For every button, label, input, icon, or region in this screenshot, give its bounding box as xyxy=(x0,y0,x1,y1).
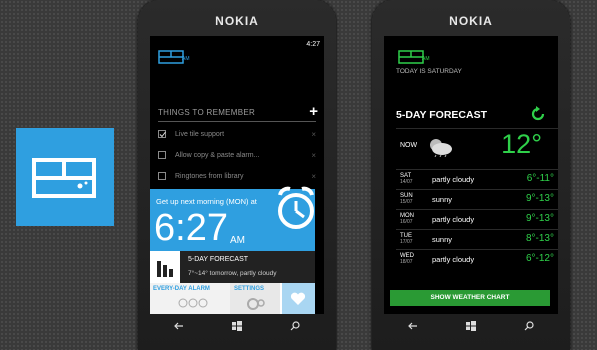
forecast-temp: 6°-12° xyxy=(525,253,554,264)
check-icon xyxy=(159,131,166,138)
logo-suffix: AM xyxy=(182,56,190,62)
status-time: 4:27 xyxy=(306,41,320,48)
alarm-time: 6:27 xyxy=(154,207,228,249)
back-icon[interactable] xyxy=(408,321,418,331)
alarm-caption: Get up next morning (MON) at xyxy=(156,197,257,206)
windows-icon[interactable] xyxy=(466,321,476,331)
logo-suffix: AM xyxy=(422,56,430,62)
forecast-summary: 7°~14° tomorrow, partly cloudy xyxy=(188,270,277,277)
day-date: 15/07 xyxy=(400,199,413,205)
app-logo: AM xyxy=(398,50,430,69)
forecast-row: WED 18/07 partly cloudy 6°-12° xyxy=(396,249,558,269)
weather-chart-icon xyxy=(150,251,180,283)
divider xyxy=(158,121,316,122)
forecast-day: WED 18/07 xyxy=(400,253,414,265)
alarm-tile[interactable]: Get up next morning (MON) at 6:27 AM xyxy=(150,186,315,251)
now-row: NOW 12° xyxy=(396,128,558,168)
bottom-tiles: EVERY-DAY ALARM SETTINGS xyxy=(150,283,315,314)
forecast-row: TUE 17/07 sunny 8°-13° xyxy=(396,229,558,249)
todo-title: THINGS TO REMEMBER xyxy=(158,108,256,117)
checkbox[interactable] xyxy=(158,130,166,138)
back-icon[interactable] xyxy=(174,321,184,331)
forecast-desc: partly cloudy xyxy=(432,255,475,264)
forecast-row: MON 16/07 partly cloudy 9°-13° xyxy=(396,209,558,229)
todo-item[interactable]: Ringtones from library × xyxy=(158,167,318,185)
mini-clocks-icon xyxy=(178,298,208,308)
app-tile-icon xyxy=(16,128,114,226)
heart-icon xyxy=(290,292,306,305)
forecast-row: SAT 14/07 partly cloudy 6°-11° xyxy=(396,169,558,189)
todo-item[interactable]: Allow copy & paste alarm... × xyxy=(158,146,318,164)
day-date: 17/07 xyxy=(400,239,413,245)
partly-cloudy-icon xyxy=(430,139,452,157)
forecast-desc: partly cloudy xyxy=(432,175,475,184)
windows-icon[interactable] xyxy=(232,321,242,331)
day-date: 14/07 xyxy=(400,179,413,185)
brand-label: NOKIA xyxy=(215,14,259,28)
phone-right: NOKIA AM TODAY IS SATURDAY 5-DAY FORECAS… xyxy=(372,0,570,350)
now-label: NOW xyxy=(400,142,418,149)
everyday-alarm-tab[interactable]: EVERY-DAY ALARM xyxy=(150,283,230,314)
app-logo: AM xyxy=(158,50,190,69)
forecast-title: 5-DAY FORECAST xyxy=(188,256,249,263)
settings-tab[interactable]: SETTINGS xyxy=(230,283,280,314)
todo-item[interactable]: Live tile support × xyxy=(158,125,318,143)
todo-label: Ringtones from library xyxy=(175,172,244,180)
todo-label: Live tile support xyxy=(175,130,225,138)
favorite-tile[interactable] xyxy=(282,283,315,314)
forecast-desc: sunny xyxy=(432,195,453,204)
gears-icon xyxy=(247,298,265,310)
remove-icon[interactable]: × xyxy=(311,130,316,139)
phone-left: NOKIA 4:27 AM THINGS TO REMEMBER + Live … xyxy=(138,0,336,350)
forecast-day: SUN 15/07 xyxy=(400,193,413,205)
forecast-desc: partly cloudy xyxy=(432,215,475,224)
remove-icon[interactable]: × xyxy=(311,172,316,181)
forecast-day: MON 16/07 xyxy=(400,213,414,225)
add-icon[interactable]: + xyxy=(309,103,318,120)
screen-forecast: AM TODAY IS SATURDAY 5-DAY FORECAST NOW … xyxy=(384,36,558,314)
day-date: 16/07 xyxy=(400,219,413,225)
search-icon[interactable] xyxy=(290,321,300,331)
forecast-desc: sunny xyxy=(432,235,453,244)
forecast-temp: 8°-13° xyxy=(525,233,554,244)
todo-label: Allow copy & paste alarm... xyxy=(175,151,260,159)
refresh-icon[interactable] xyxy=(530,106,546,122)
checkbox[interactable] xyxy=(158,151,166,159)
remove-icon[interactable]: × xyxy=(311,151,316,160)
show-weather-chart-button[interactable]: SHOW WEATHER CHART xyxy=(390,290,550,306)
forecast-temp: 9°-13° xyxy=(525,213,554,224)
forecast-temp: 9°-13° xyxy=(525,193,554,204)
everyday-alarm-label: EVERY-DAY ALARM xyxy=(153,286,210,292)
day-date: 18/07 xyxy=(400,259,413,265)
search-icon[interactable] xyxy=(524,321,534,331)
settings-label: SETTINGS xyxy=(234,286,265,292)
forecast-day: TUE 17/07 xyxy=(400,233,413,245)
alarm-ampm: AM xyxy=(230,235,245,246)
today-label: TODAY IS SATURDAY xyxy=(396,68,462,75)
forecast-row: SUN 15/07 sunny 9°-13° xyxy=(396,189,558,209)
screen-home: 4:27 AM THINGS TO REMEMBER + Live tile s… xyxy=(150,36,324,314)
forecast-day: SAT 14/07 xyxy=(400,173,413,185)
forecast-heading: 5-DAY FORECAST xyxy=(396,109,488,121)
forecast-tile[interactable]: 5-DAY FORECAST 7°~14° tomorrow, partly c… xyxy=(150,251,315,283)
alarm-clock-icon xyxy=(278,186,314,229)
now-temperature: 12° xyxy=(501,129,542,159)
brand-label: NOKIA xyxy=(449,14,493,28)
forecast-temp: 6°-11° xyxy=(526,173,554,184)
nav-bar xyxy=(150,314,324,338)
checkbox[interactable] xyxy=(158,172,166,180)
nav-bar xyxy=(384,314,558,338)
